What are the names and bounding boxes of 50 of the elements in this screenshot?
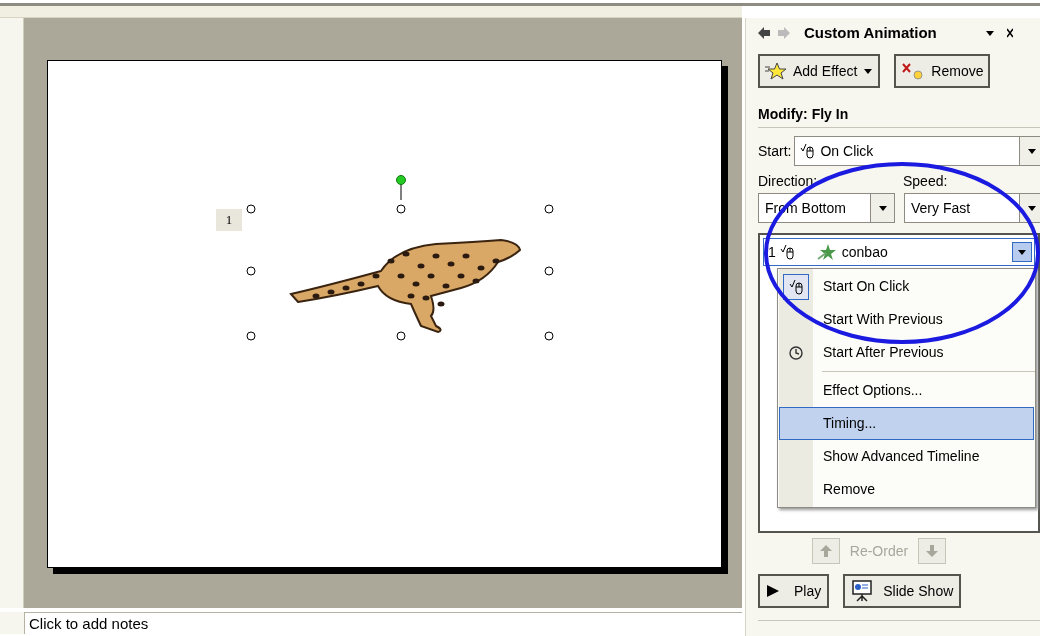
star-icon [765,62,787,80]
selection-handle[interactable] [396,204,406,214]
notes-field[interactable]: Click to add notes [24,612,742,634]
selection-handle[interactable] [246,331,256,341]
slide-show-button[interactable]: Slide Show [843,574,962,608]
selection-handle[interactable] [396,331,406,341]
start-dropdown[interactable]: On Click [794,136,1040,166]
modify-heading: Modify: Fly In [758,105,850,124]
caret-icon [877,204,888,212]
pane-title: Custom Animation [804,22,937,43]
projector-screen-icon [851,580,874,602]
selection-handle[interactable] [544,266,554,276]
direction-label: Direction: [758,172,819,191]
caret-icon[interactable] [984,29,995,37]
selection-handle[interactable] [246,266,256,276]
animation-number-tag: 1 [216,209,242,231]
menu-item[interactable]: Start After Previous [779,336,1034,369]
caret-icon [1017,248,1027,256]
speed-label: Speed: [903,172,948,191]
play-icon [766,584,780,598]
speed-dropdown[interactable]: Very Fast [904,193,1040,223]
clock-icon [789,345,803,360]
menu-item[interactable]: Remove [779,473,1034,506]
mouse-click-icon [789,278,803,295]
mouse-click-icon [779,244,794,260]
up-arrow-icon [818,544,833,558]
menu-item[interactable]: Effect Options... [779,374,1034,407]
reorder-label: Re-Order [849,541,909,561]
play-button[interactable]: Play [758,574,830,608]
side-strip [0,612,24,634]
start-label: Start: [758,141,792,161]
menu-item[interactable]: Show Advanced Timeline [779,440,1034,473]
back-arrow-icon[interactable] [758,27,770,39]
remove-button[interactable]: Remove [894,54,991,88]
menu-item[interactable]: Start On Click [779,270,1034,303]
remove-effect-icon [901,62,926,80]
close-icon[interactable] [1006,28,1013,38]
star-icon [815,243,838,261]
caret-icon [1026,204,1037,212]
selection-handle[interactable] [544,204,554,214]
down-arrow-icon [925,544,940,558]
selection-handle[interactable] [246,204,256,214]
caret-icon [863,67,874,75]
selection-handle[interactable] [544,331,554,341]
mouse-click-icon [800,143,815,159]
menu-item[interactable]: Timing... [779,407,1034,440]
effect-item[interactable]: 1 conbao [763,238,1035,266]
caret-icon [1026,147,1037,155]
add-effect-button[interactable]: Add Effect [758,54,881,88]
menu-item[interactable]: Start With Previous [779,303,1034,336]
